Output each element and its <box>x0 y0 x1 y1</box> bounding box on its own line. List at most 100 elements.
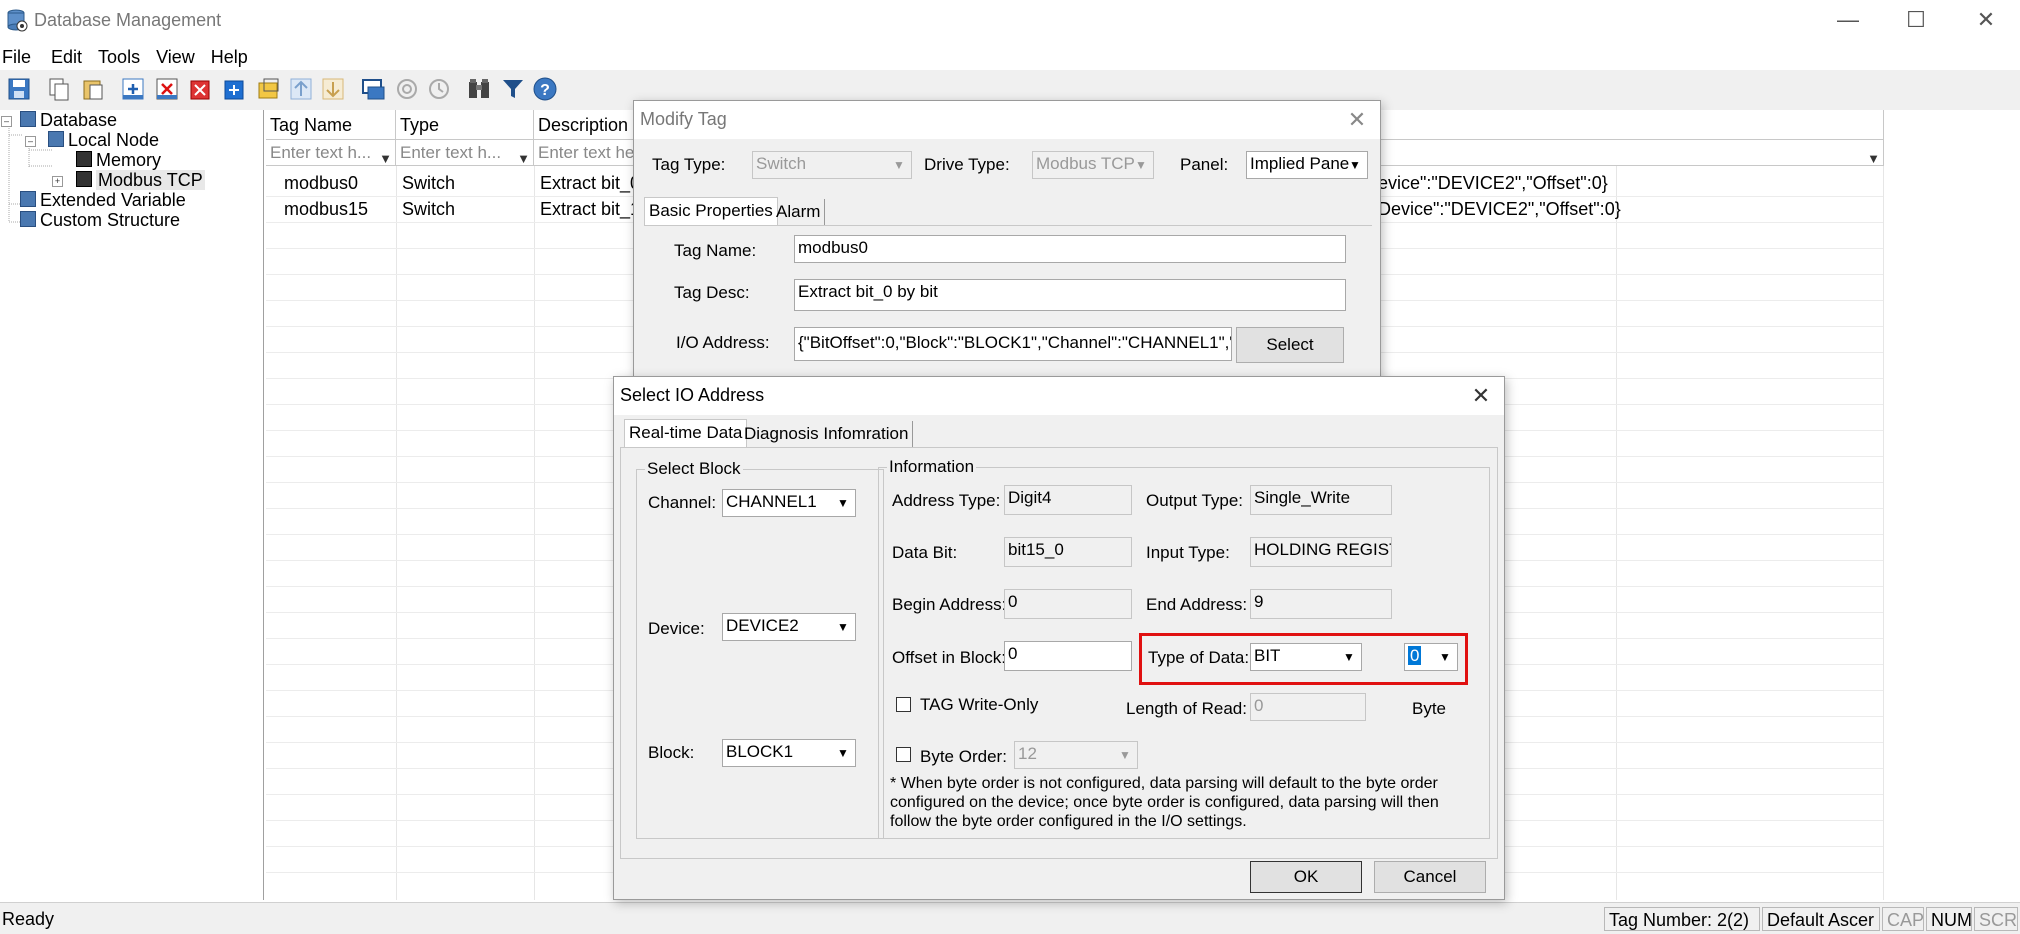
tree-item-local-node[interactable]: Local Node <box>48 130 159 151</box>
variable-icon <box>20 191 36 207</box>
begin-address-field: 0 <box>1004 589 1132 619</box>
dialog-title: Select IO Address <box>620 385 765 405</box>
close-icon[interactable]: ✕ <box>1342 105 1372 135</box>
tag-desc-input[interactable]: Extract bit_0 by bit <box>794 279 1346 311</box>
tab-basic-properties[interactable]: Basic Properties <box>644 197 778 225</box>
menu-edit[interactable]: Edit <box>51 44 88 70</box>
type-of-data-select[interactable]: BIT ▼ <box>1250 643 1362 671</box>
maximize-button[interactable]: ☐ <box>1886 0 1946 40</box>
device-select[interactable]: DEVICE2 ▼ <box>722 613 856 641</box>
byte-order-select[interactable]: 12 ▼ <box>1014 741 1138 769</box>
panel-select[interactable]: Implied Pane ▼ <box>1246 151 1368 179</box>
column-tag-name[interactable]: Tag Name <box>266 110 396 140</box>
modify-tag-dialog: Modify Tag ✕ Tag Type: Switch ▼ Drive Typ… <box>633 100 1381 401</box>
folder-icon[interactable] <box>256 76 282 102</box>
tag-name-input[interactable]: modbus0 <box>794 235 1346 263</box>
monitor-icon[interactable] <box>360 76 386 102</box>
filter-tag-name[interactable]: Enter text h... ▼ <box>266 140 396 166</box>
expander-local-node[interactable]: – <box>25 136 36 147</box>
save-icon[interactable] <box>6 76 32 102</box>
table-row-1-name[interactable]: modbus15 <box>266 196 396 222</box>
tag-name-label: Tag Name: <box>674 241 757 260</box>
menu-help[interactable]: Help <box>211 44 254 70</box>
byte-order-note-line-1: * When byte order is not configured, dat… <box>890 775 1438 792</box>
write-only-checkbox[interactable] <box>896 697 911 712</box>
filter-type[interactable]: Enter text h... ▼ <box>396 140 534 166</box>
tree-item-database[interactable]: Database <box>20 110 117 131</box>
tab-diagnosis[interactable]: Diagnosis Infomration <box>740 421 914 447</box>
end-address-label: End Address: <box>1146 595 1248 614</box>
tag-desc-label: Tag Desc: <box>674 283 750 302</box>
byte-order-note-line-2: configured on the device; once byte orde… <box>890 794 1439 811</box>
data-bit-field: bit15_0 <box>1004 537 1132 567</box>
close-icon[interactable]: ✕ <box>1466 381 1496 411</box>
menu-file[interactable]: File <box>0 44 37 70</box>
modify-tag-titlebar: Modify Tag ✕ <box>634 101 1380 139</box>
copy-icon[interactable] <box>46 76 72 102</box>
chevron-down-icon: ▼ <box>837 496 849 510</box>
status-cap: CAP <box>1882 907 1924 931</box>
help-icon[interactable]: ? <box>532 76 558 102</box>
io-address-input[interactable]: {"BitOffset":0,"Block":"BLOCK1","Channel… <box>794 327 1232 361</box>
funnel-icon[interactable]: ▼ <box>1867 146 1880 165</box>
byte-order-note-line-3: follow the byte order configured in the … <box>890 813 1247 830</box>
tree-item-custom-structure[interactable]: Custom Structure <box>20 210 180 231</box>
menu-bar: File Edit Tools View Help <box>0 44 2020 70</box>
refresh-icon[interactable] <box>394 76 420 102</box>
chevron-down-icon: ▼ <box>1343 650 1355 664</box>
funnel-icon[interactable]: ▼ <box>517 146 530 165</box>
end-address-field: 9 <box>1250 589 1392 619</box>
table-row-0-type[interactable]: Switch <box>396 170 534 196</box>
expander-database[interactable]: – <box>1 116 12 127</box>
cancel-button[interactable]: Cancel <box>1374 861 1486 893</box>
database-icon <box>20 111 36 127</box>
funnel-icon[interactable]: ▼ <box>379 146 392 165</box>
byte-order-label: Byte Order: <box>920 747 1007 766</box>
tag-type-select[interactable]: Switch ▼ <box>752 151 912 179</box>
tab-alarm[interactable]: Alarm <box>772 199 826 227</box>
select-button[interactable]: Select <box>1236 327 1344 363</box>
find-icon[interactable] <box>466 76 492 102</box>
dialog-title: Modify Tag <box>640 109 727 129</box>
channel-label: Channel: <box>648 493 717 512</box>
minimize-button[interactable]: — <box>1818 0 1878 40</box>
chevron-down-icon: ▼ <box>837 620 849 634</box>
tree-item-modbus-tcp[interactable]: Modbus TCP <box>76 170 205 191</box>
table-row-0-name[interactable]: modbus0 <box>266 170 396 196</box>
offset-label: Offset in Block: <box>892 648 1007 667</box>
add-tag-icon[interactable] <box>120 76 146 102</box>
column-type[interactable]: Type <box>396 110 534 140</box>
status-ready: Ready <box>2 909 55 929</box>
byte-order-checkbox[interactable] <box>896 747 911 762</box>
table-row-0-desc[interactable]: Extract bit_0 <box>534 170 644 196</box>
history-icon[interactable] <box>426 76 452 102</box>
import-icon[interactable] <box>288 76 314 102</box>
tree-item-memory[interactable]: Memory <box>76 150 161 171</box>
panel-label: Panel: <box>1180 155 1229 174</box>
delete-tag-icon[interactable] <box>154 76 180 102</box>
close-window-button[interactable]: ✕ <box>1956 0 2016 40</box>
expander-modbus[interactable]: + <box>52 176 63 187</box>
device-label: Device: <box>648 619 705 638</box>
table-row-1-type[interactable]: Switch <box>396 196 534 222</box>
add-group-icon[interactable] <box>222 76 248 102</box>
channel-select[interactable]: CHANNEL1 ▼ <box>722 489 856 517</box>
filter-icon[interactable] <box>500 76 526 102</box>
drive-type-select[interactable]: Modbus TCP ▼ <box>1032 151 1154 179</box>
status-num: NUM <box>1926 907 1972 931</box>
tab-real-time-data[interactable]: Real-time Data <box>624 419 748 447</box>
data-bit-label: Data Bit: <box>892 543 958 562</box>
export-icon[interactable] <box>320 76 346 102</box>
bit-index-select[interactable]: 0 ▼ <box>1404 643 1458 671</box>
table-row-1-address[interactable]: Device":"DEVICE2","Offset":0} <box>1378 196 1883 222</box>
offset-input[interactable]: 0 <box>1004 641 1132 671</box>
paste-icon[interactable] <box>80 76 106 102</box>
menu-view[interactable]: View <box>156 44 201 70</box>
table-row-1-desc[interactable]: Extract bit_1 <box>534 196 644 222</box>
menu-tools[interactable]: Tools <box>98 44 146 70</box>
tree-item-extended-variable[interactable]: Extended Variable <box>20 190 186 211</box>
ok-button[interactable]: OK <box>1250 861 1362 893</box>
table-row-0-address[interactable]: evice":"DEVICE2","Offset":0} <box>1378 170 1883 196</box>
block-select[interactable]: BLOCK1 ▼ <box>722 739 856 767</box>
delete-all-icon[interactable] <box>188 76 214 102</box>
